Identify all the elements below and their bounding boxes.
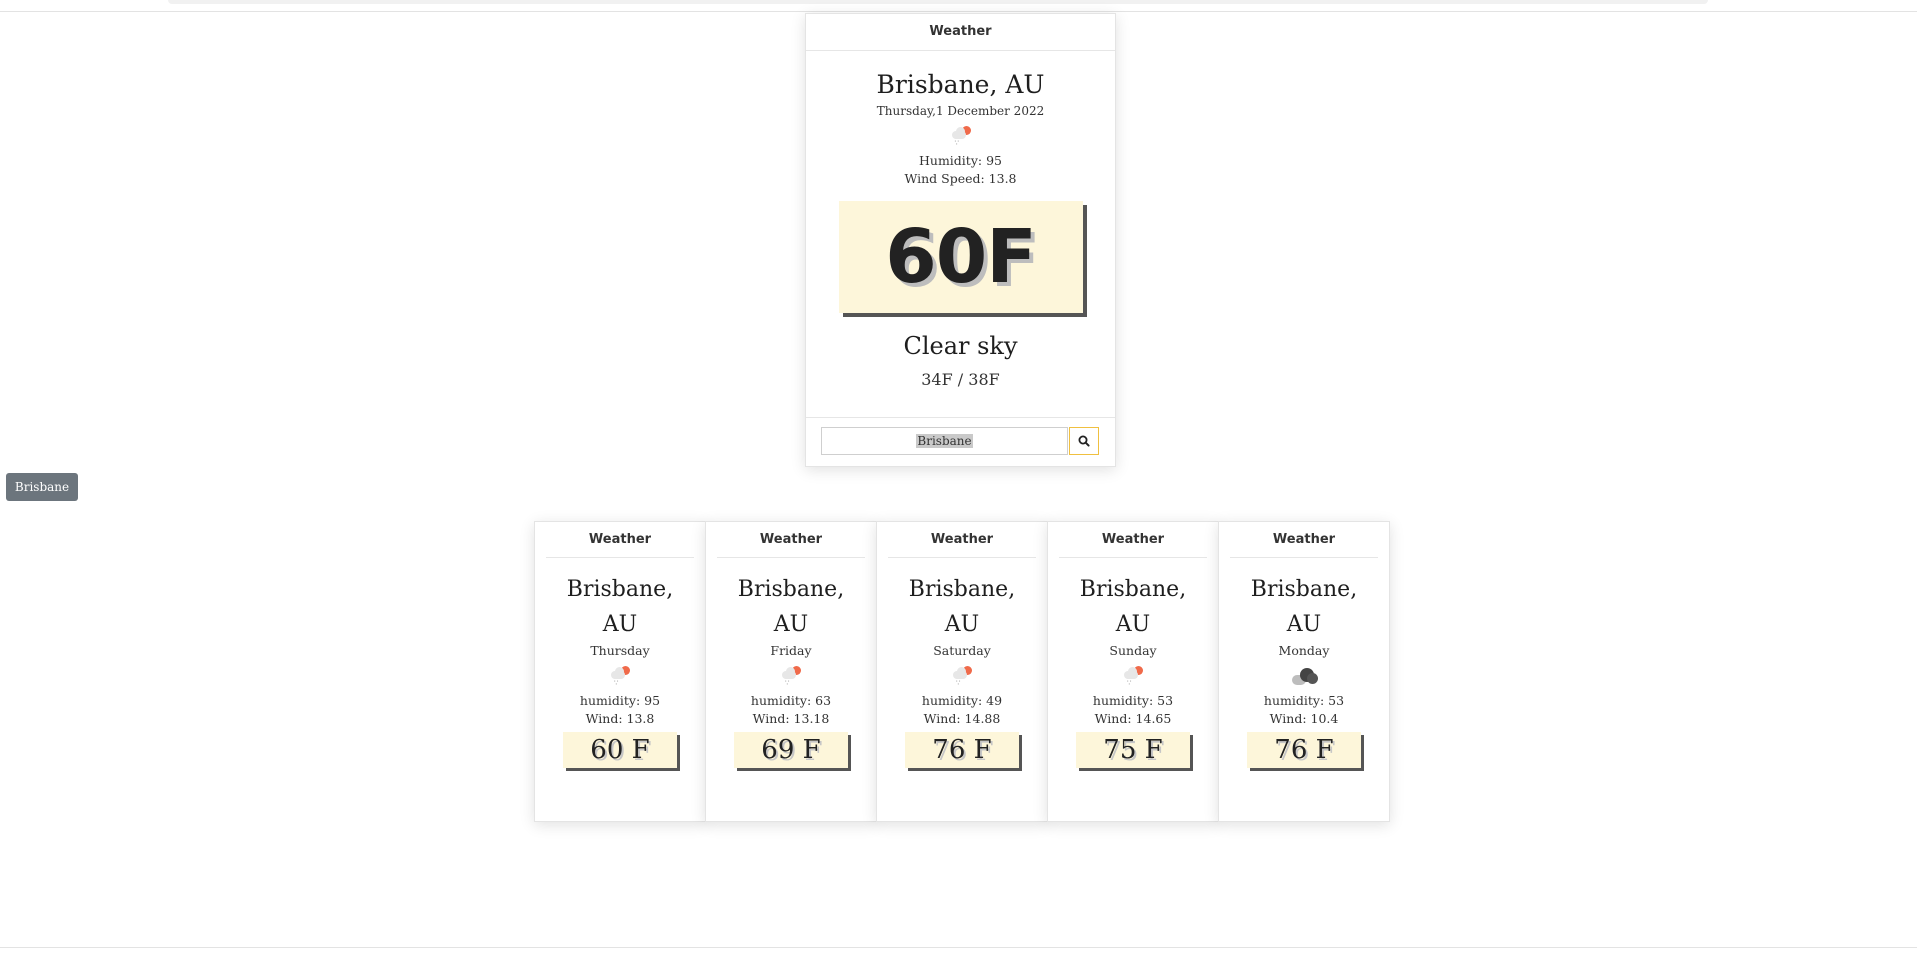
forecast-city-line1: Brisbane, <box>1079 577 1187 602</box>
city-name: Brisbane, AU <box>876 70 1045 99</box>
forecast-humidity: humidity: 53 <box>1263 693 1345 708</box>
search-icon <box>1078 435 1090 447</box>
forecast-wind: Wind: 13.18 <box>752 711 830 726</box>
forecast-card: Weather Brisbane, AU Monday humidity: 53… <box>1218 521 1390 822</box>
search-button[interactable] <box>1069 427 1099 455</box>
forecast-city-line2: AU <box>773 612 809 637</box>
history-city-button[interactable]: Brisbane <box>6 473 78 501</box>
forecast-day: Monday <box>1278 643 1330 658</box>
card-header: Weather <box>888 522 1036 558</box>
forecast-temperature: 75 F <box>1076 732 1190 768</box>
wind-speed-value: Wind Speed: 13.8 <box>904 171 1017 186</box>
forecast-temperature: 69 F <box>734 732 848 768</box>
forecast-city-line1: Brisbane, <box>566 577 674 602</box>
forecast-humidity: humidity: 53 <box>1092 693 1174 708</box>
forecast-city-line1: Brisbane, <box>908 577 1016 602</box>
forecast-city-line1: Brisbane, <box>1250 577 1358 602</box>
card-header: Weather <box>1230 522 1378 558</box>
browser-bar-edge <box>168 0 1708 4</box>
rain-cloud-icon: ∵ <box>949 664 975 690</box>
forecast-wind: Wind: 14.88 <box>923 711 1001 726</box>
broken-clouds-icon <box>1291 664 1318 690</box>
main-weather-card: Weather Brisbane, AU Thursday,1 December… <box>805 13 1116 467</box>
forecast-day: Saturday <box>933 643 991 658</box>
forecast-city: Brisbane, AU <box>706 572 876 642</box>
rain-cloud-icon: ∵ <box>948 124 974 150</box>
current-date: Thursday,1 December 2022 <box>876 104 1045 118</box>
rain-cloud-icon: ∵ <box>1120 664 1146 690</box>
forecast-card: Weather Brisbane, AU Saturday ∵ humidity… <box>876 521 1048 822</box>
forecast-city-line2: AU <box>1286 612 1322 637</box>
current-temperature: 60F <box>838 201 1083 313</box>
forecast-wind: Wind: 13.8 <box>585 711 655 726</box>
weather-description: Clear sky <box>903 332 1018 360</box>
forecast-day: Friday <box>770 643 812 658</box>
rain-cloud-icon: ∵ <box>607 664 633 690</box>
forecast-city-line2: AU <box>602 612 638 637</box>
card-header: Weather <box>806 14 1115 51</box>
forecast-city: Brisbane, AU <box>535 572 705 642</box>
humidity-value: Humidity: 95 <box>919 153 1002 168</box>
temperature-range: 34F / 38F <box>921 370 1000 389</box>
forecast-humidity: humidity: 49 <box>921 693 1003 708</box>
forecast-day: Sunday <box>1109 643 1157 658</box>
forecast-day: Thursday <box>590 643 650 658</box>
rain-cloud-icon: ∵ <box>778 664 804 690</box>
forecast-city: Brisbane, AU <box>1219 572 1389 642</box>
forecast-card: Weather Brisbane, AU Thursday ∵ humidity… <box>534 521 706 822</box>
bottom-divider <box>0 947 1917 948</box>
city-search-input[interactable]: Brisbane <box>821 427 1068 455</box>
forecast-card: Weather Brisbane, AU Friday ∵ humidity: … <box>705 521 877 822</box>
search-input-value: Brisbane <box>916 434 973 448</box>
card-header: Weather <box>1059 522 1207 558</box>
card-header: Weather <box>546 522 694 558</box>
forecast-humidity: humidity: 95 <box>579 693 661 708</box>
forecast-temperature: 76 F <box>905 732 1019 768</box>
forecast-temperature: 76 F <box>1247 732 1361 768</box>
forecast-city-line2: AU <box>944 612 980 637</box>
search-bar: Brisbane <box>806 417 1115 466</box>
forecast-city-line1: Brisbane, <box>737 577 845 602</box>
forecast-city-line2: AU <box>1115 612 1151 637</box>
forecast-city: Brisbane, AU <box>877 572 1047 642</box>
forecast-humidity: humidity: 63 <box>750 693 832 708</box>
forecast-wind: Wind: 14.65 <box>1094 711 1172 726</box>
forecast-temperature: 60 F <box>563 732 677 768</box>
forecast-card: Weather Brisbane, AU Sunday ∵ humidity: … <box>1047 521 1219 822</box>
top-divider <box>0 11 1917 12</box>
forecast-city: Brisbane, AU <box>1048 572 1218 642</box>
card-header: Weather <box>717 522 865 558</box>
forecast-wind: Wind: 10.4 <box>1269 711 1339 726</box>
